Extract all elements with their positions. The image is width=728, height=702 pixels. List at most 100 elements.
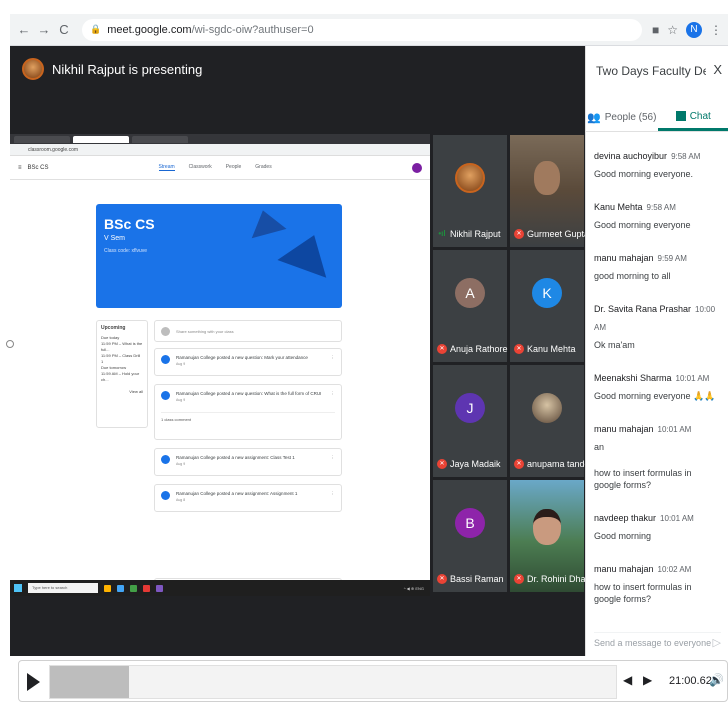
- stream-post: Ramanujan College posted a new question:…: [154, 384, 342, 440]
- post-text: Ramanujan College posted a new assignmen…: [176, 491, 298, 502]
- participant-label: ✕ Jaya Madaik: [437, 459, 501, 469]
- camera-icon[interactable]: ■: [652, 23, 659, 37]
- play-icon[interactable]: [27, 673, 40, 691]
- participant-tile[interactable]: B ✕ Bassi Raman: [432, 479, 508, 593]
- presenter-label: Nikhil Rajput is presenting: [52, 61, 203, 77]
- message-sender: Kanu Mehta: [594, 202, 643, 212]
- message-time: 9:59 AM: [657, 254, 687, 263]
- chat-message: manu mahajan 10:01 AM an how to insert fo…: [594, 419, 721, 491]
- user-avatar: [161, 326, 170, 336]
- view-all-link: View all: [129, 389, 143, 394]
- graduation-cap-icon: [277, 226, 339, 278]
- message-sender: Meenakshi Sharma: [594, 373, 672, 383]
- seek-progress: [50, 666, 130, 698]
- participant-avatar: K: [532, 277, 562, 308]
- post-comment-count: 1 class comment: [161, 412, 335, 422]
- post-text: Ramanujan College posted a new assignmen…: [176, 455, 295, 466]
- post-icon: [161, 491, 170, 500]
- message-text: how to insert formulas in google forms?: [594, 468, 692, 490]
- seek-bar[interactable]: [49, 665, 617, 699]
- message-sender: devina auchoyibur: [594, 151, 668, 161]
- shared-screen: classroom.google.com ≡ BSc CS Stream Cla…: [10, 134, 430, 596]
- back-icon[interactable]: ←: [16, 22, 32, 38]
- participant-tile[interactable]: K ✕ Kanu Mehta: [509, 249, 585, 363]
- menu-icon[interactable]: ⋮: [710, 23, 722, 37]
- stream-post: Ramanujan College posted a new assignmen…: [154, 484, 342, 512]
- chat-message: manu mahajan 9:59 AM good morning to all: [594, 248, 721, 282]
- participant-avatar: A: [455, 277, 485, 308]
- participant-name: Kanu Mehta: [527, 344, 576, 354]
- upcoming-title: Upcoming: [101, 325, 126, 331]
- audio-indicator-icon: •ıl: [438, 229, 446, 238]
- participant-tile[interactable]: ✕ Gurmeet Gupta: [509, 134, 589, 248]
- playback-time: 21:00.62: [669, 675, 712, 687]
- participant-tile[interactable]: A ✕ Anuja Rathore: [432, 249, 508, 363]
- windows-taskbar: Type here to search ^ ◀ ⊕ ENG: [10, 580, 430, 596]
- post-text: Ramanujan College posted a new question:…: [176, 391, 322, 402]
- windows-start-icon: [14, 584, 22, 592]
- message-time: 10:01 AM: [660, 514, 694, 523]
- close-icon[interactable]: X: [713, 62, 722, 77]
- mic-off-icon: ✕: [514, 229, 524, 239]
- presenter-avatar: [22, 58, 44, 80]
- tab-people-label: People (56): [604, 112, 657, 123]
- message-text: Ok ma'am: [594, 340, 635, 350]
- participant-name: Anuja Rathore: [450, 344, 508, 354]
- more-icon: ⋮: [330, 355, 336, 360]
- lock-icon: 🔒: [90, 24, 102, 34]
- taskbar-app-icon: [130, 584, 137, 592]
- more-icon: ⋮: [330, 391, 336, 396]
- reload-icon[interactable]: C: [56, 22, 72, 38]
- message-time: 9:58 AM: [671, 152, 701, 161]
- chat-message: Meenakshi Sharma 10:01 AM Good morning ev…: [594, 368, 721, 402]
- message-text: Good morning everyone: [594, 220, 691, 230]
- classroom-tab-classwork: Classwork: [188, 164, 212, 170]
- system-tray: ^ ◀ ⊕ ENG: [403, 585, 424, 591]
- class-banner-subtitle: V Sem: [104, 235, 126, 242]
- send-icon[interactable]: ▷: [713, 636, 721, 649]
- shared-browser-tabs: [10, 134, 430, 144]
- address-bar[interactable]: 🔒 meet.google.com /wi-sgdc-oiw?authuser=…: [82, 18, 642, 41]
- participant-tile[interactable]: J ✕ Jaya Madaik: [432, 364, 508, 478]
- mic-off-icon: ✕: [514, 574, 524, 584]
- announce-placeholder: Share something with your class: [176, 328, 234, 334]
- star-icon[interactable]: ☆: [667, 23, 678, 37]
- profile-avatar[interactable]: N: [686, 21, 702, 38]
- participant-tile[interactable]: ✕ anupama tandon: [509, 364, 595, 478]
- drag-handle[interactable]: [6, 340, 14, 348]
- taskbar-app-icon: [117, 584, 124, 592]
- graduation-cap-icon: [245, 205, 287, 239]
- participant-name: Gurmeet Gupta: [527, 229, 590, 239]
- more-icon: ⋮: [330, 491, 336, 496]
- message-sender: Dr. Savita Rana Prashar: [594, 304, 692, 314]
- message-time: 9:58 AM: [646, 203, 676, 212]
- chat-panel: Two Days Faculty Developm... X 👥 People …: [585, 46, 728, 656]
- message-sender: navdeep thakur: [594, 513, 657, 523]
- classroom-tab-stream: Stream: [158, 164, 175, 171]
- hamburger-icon: ≡: [18, 164, 22, 171]
- tab-chat[interactable]: Chat: [657, 104, 728, 131]
- chat-composer[interactable]: Send a message to everyone ▷: [594, 632, 721, 652]
- participant-label: ✕ Anuja Rathore: [437, 344, 508, 354]
- shared-tab-active: [73, 135, 129, 143]
- taskbar-search: Type here to search: [28, 583, 98, 593]
- mic-off-icon: ✕: [437, 459, 447, 469]
- classroom-class-name: BSc CS: [27, 164, 49, 171]
- participant-tile[interactable]: ✕ Dr. Rohini Dhariwal: [509, 479, 604, 593]
- participant-name: Bassi Raman: [450, 574, 504, 584]
- presenter-bar: Nikhil Rajput is presenting: [22, 54, 202, 84]
- shared-address-bar: classroom.google.com: [10, 144, 430, 156]
- previous-icon[interactable]: ◀: [623, 673, 632, 687]
- forward-icon[interactable]: →: [36, 22, 52, 38]
- tab-people[interactable]: 👥 People (56): [586, 104, 658, 131]
- participant-tile[interactable]: •ıl Nikhil Rajput: [432, 134, 508, 248]
- chat-message: navdeep thakur 10:01 AM Good morning: [594, 508, 721, 542]
- message-text: how to insert formulas in google forms?: [594, 582, 692, 604]
- screen: ← → C 🔒 meet.google.com /wi-sgdc-oiw?aut…: [0, 0, 728, 702]
- class-banner-title: BSc CS: [104, 216, 155, 232]
- upcoming-line: 11:59 PM – What is the full...: [101, 341, 143, 352]
- volume-icon[interactable]: 🔊: [709, 673, 724, 687]
- tab-chat-label: Chat: [689, 110, 711, 122]
- next-icon[interactable]: ▶: [643, 673, 652, 687]
- participant-name: Nikhil Rajput: [450, 229, 501, 239]
